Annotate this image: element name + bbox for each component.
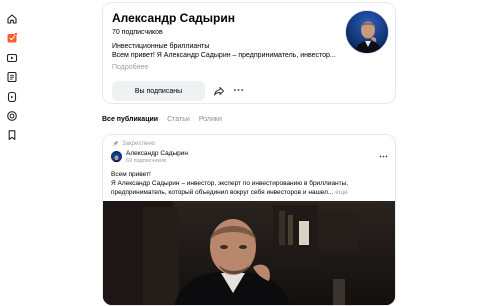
pinned-post-card[interactable]: Закреплено Александр Садырин 69 подписчи…: [102, 134, 396, 306]
channel-description-text: Всем привет! Я Александр Садырин – предп…: [112, 52, 336, 59]
pinned-label: Закреплено: [122, 141, 155, 147]
post-image[interactable]: [103, 201, 395, 305]
pin-icon: [112, 140, 119, 149]
tab-all-publications[interactable]: Все публикации: [102, 116, 158, 128]
subscribed-button[interactable]: Вы подписаны: [112, 81, 205, 101]
post-more-options-icon[interactable]: [378, 152, 388, 160]
post-expand-link[interactable]: еще: [335, 189, 348, 196]
subscriber-count: 70 подписчиков: [112, 29, 163, 36]
post-text-line: Всем привет!: [111, 171, 151, 178]
channel-name: Александр Садырин: [112, 11, 235, 25]
post-author-subscribers: 69 подписчиков: [126, 158, 166, 164]
home-icon[interactable]: [6, 13, 18, 25]
video-icon[interactable]: [6, 52, 18, 64]
sidebar: [0, 0, 24, 302]
channel-avatar[interactable]: [345, 10, 389, 54]
articles-icon[interactable]: [6, 71, 18, 83]
post-text-line: предприниматель, который объединил вокру…: [111, 188, 391, 197]
post-text-line-content: предприниматель, который объединил вокру…: [111, 189, 334, 196]
post-author-avatar[interactable]: [111, 151, 122, 162]
channel-description-title: Инвестиционные бриллианты: [112, 43, 210, 50]
post-text-line: Я Александр Садырин – инвестор, эксперт …: [111, 180, 349, 187]
more-details-link[interactable]: Подробнее: [112, 64, 148, 71]
share-icon[interactable]: [212, 84, 226, 98]
subscriptions-icon[interactable]: [6, 32, 18, 44]
pinned-indicator: Закреплено: [112, 140, 155, 148]
post-author-name[interactable]: Александр Садырин: [126, 150, 188, 157]
post-text: Всем привет! Я Александр Садырин – инвес…: [111, 170, 391, 197]
tab-articles[interactable]: Статьи: [167, 116, 190, 128]
channels-icon[interactable]: [6, 110, 18, 122]
shorts-icon[interactable]: [6, 91, 18, 103]
content-tabs: Все публикации Статьи Ролики: [102, 116, 222, 128]
tab-shorts[interactable]: Ролики: [199, 116, 222, 128]
channel-header-card: Александр Садырин 70 подписчиков Инвести…: [102, 2, 396, 104]
bookmark-icon[interactable]: [6, 129, 18, 141]
more-options-icon[interactable]: [231, 83, 245, 97]
